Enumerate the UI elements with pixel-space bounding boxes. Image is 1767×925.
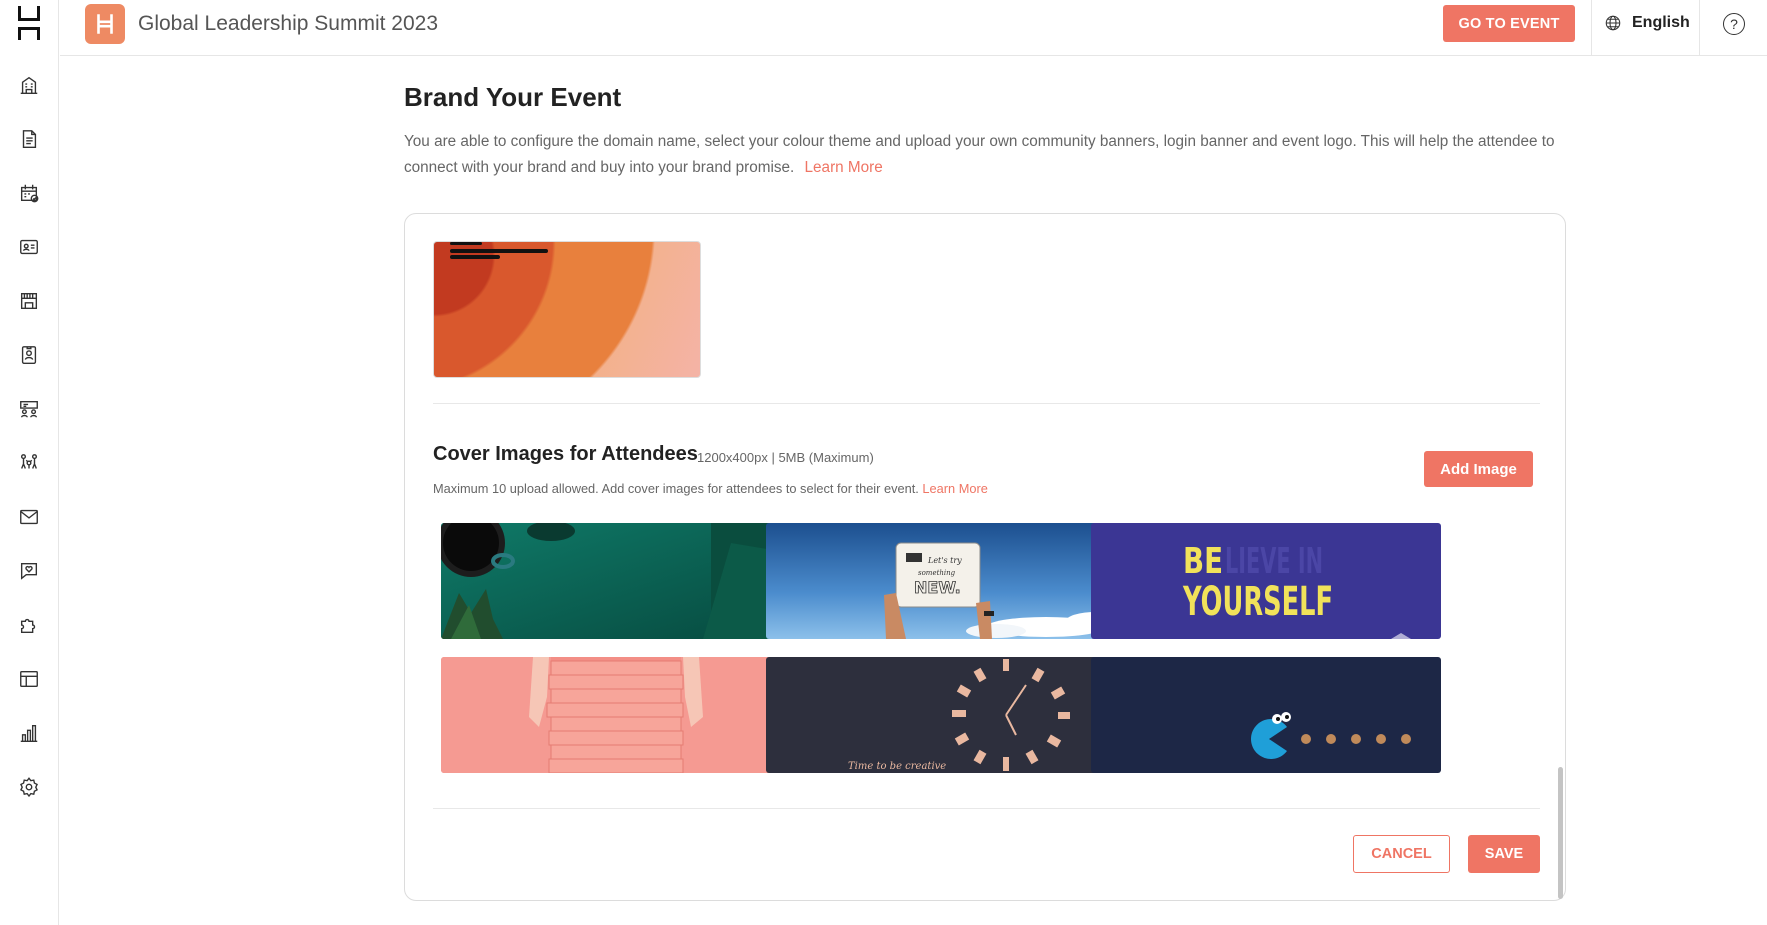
analytics-icon[interactable] (17, 721, 41, 745)
section-divider (433, 403, 1540, 404)
actions-divider (433, 808, 1540, 809)
cover-image-try-something-new[interactable]: Let's try something NEW. (766, 523, 1116, 639)
mail-icon[interactable] (17, 505, 41, 529)
calendar-check-icon[interactable] (17, 181, 41, 205)
settings-icon[interactable] (17, 775, 41, 799)
cover-image-dominoes-clock[interactable]: Time to be creative (766, 657, 1116, 773)
badge-icon[interactable] (17, 343, 41, 367)
add-image-button[interactable]: Add Image (1424, 451, 1533, 487)
building-icon[interactable] (17, 73, 41, 97)
header-divider (1591, 0, 1592, 56)
cover-image-pacman-cookies[interactable] (1091, 657, 1441, 773)
cover-image-pink-books[interactable] (441, 657, 791, 773)
help-icon[interactable]: ? (1723, 13, 1745, 35)
header-divider (1699, 0, 1700, 56)
cover-image-believe-in-yourself[interactable]: BE LIEVE IN YOURSELF (1091, 523, 1441, 639)
svg-text:BE: BE (1183, 541, 1223, 582)
brand-logo[interactable] (18, 6, 40, 40)
branding-card: Cover Images for Attendees 1200x400px | … (404, 213, 1566, 901)
puzzle-icon[interactable] (17, 613, 41, 637)
cover-images-desc-text: Maximum 10 upload allowed. Add cover ima… (433, 481, 919, 496)
save-button[interactable]: SAVE (1468, 835, 1540, 873)
go-to-event-button[interactable]: GO TO EVENT (1443, 5, 1575, 42)
chat-heart-icon[interactable] (17, 559, 41, 583)
cover-image-green-desk[interactable] (441, 523, 791, 639)
svg-text:NEW.: NEW. (914, 578, 961, 597)
cover-images-learn-more-link[interactable]: Learn More (922, 481, 987, 496)
document-icon[interactable] (17, 127, 41, 151)
id-card-icon[interactable] (17, 235, 41, 259)
cover-images-title: Cover Images for Attendees (433, 443, 698, 465)
svg-text:Let's try: Let's try (927, 556, 962, 565)
meeting-icon[interactable] (17, 397, 41, 421)
cancel-button[interactable]: CANCEL (1353, 835, 1450, 873)
layout-icon[interactable] (17, 667, 41, 691)
networking-icon[interactable] (17, 451, 41, 475)
svg-text:something: something (918, 569, 956, 577)
svg-text:Time to be creative: Time to be creative (848, 761, 946, 772)
event-app-icon[interactable] (85, 4, 125, 44)
svg-text:YOURSELF: YOURSELF (1182, 579, 1333, 625)
booth-icon[interactable] (17, 289, 41, 313)
page-description: You are able to configure the domain nam… (404, 129, 1569, 181)
svg-text:LIEVE IN: LIEVE IN (1225, 541, 1323, 582)
event-title: Global Leadership Summit 2023 (138, 12, 439, 35)
top-header: Global Leadership Summit 2023 GO TO EVEN… (60, 0, 1767, 56)
page-title: Brand Your Event (404, 82, 622, 112)
sidebar (0, 0, 59, 925)
login-banner-preview[interactable] (433, 241, 701, 378)
language-label: English (1632, 14, 1690, 31)
learn-more-link[interactable]: Learn More (805, 159, 883, 176)
cover-images-description: Maximum 10 upload allowed. Add cover ima… (433, 481, 988, 496)
language-selector[interactable]: English (1604, 14, 1690, 32)
description-text: You are able to configure the domain nam… (404, 133, 1555, 176)
scrollbar[interactable] (1558, 767, 1563, 899)
cover-images-size-hint: 1200x400px | 5MB (Maximum) (697, 450, 874, 465)
globe-icon (1605, 15, 1621, 31)
